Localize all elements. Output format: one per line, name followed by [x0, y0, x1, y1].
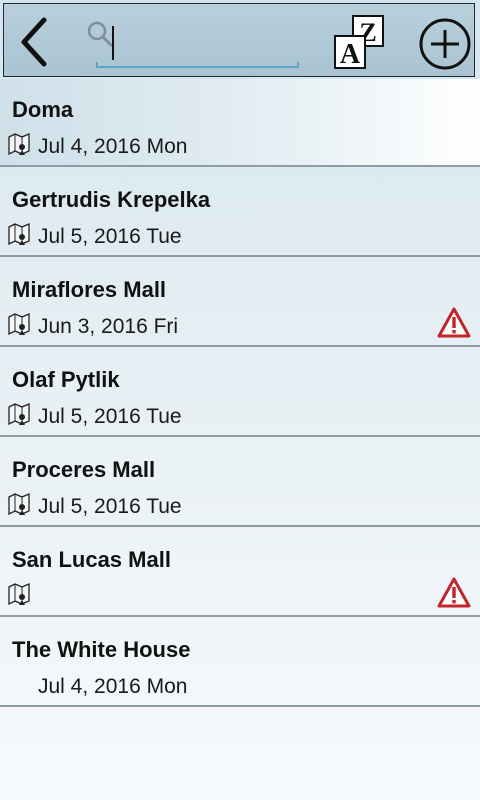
- search-underline: [96, 62, 299, 68]
- location-date: Jul 5, 2016 Tue: [38, 405, 182, 428]
- map-pin-icon: [8, 493, 30, 516]
- list-item[interactable]: Doma Jul 4, 2016 Mon: [0, 79, 480, 167]
- list-item[interactable]: Olaf Pytlik Jul 5, 2016 Tue: [0, 349, 480, 437]
- list-item[interactable]: The White House Jul 4, 2016 Mon: [0, 619, 480, 707]
- search-box[interactable]: [86, 18, 310, 72]
- location-name: Proceres Mall: [12, 457, 156, 482]
- map-pin-icon: [8, 403, 30, 426]
- list-item[interactable]: San Lucas Mall: [0, 529, 480, 617]
- location-date: Jun 3, 2016 Fri: [38, 315, 179, 338]
- list-item[interactable]: Gertrudis Krepelka Jul 5, 2016 Tue: [0, 169, 480, 257]
- location-name: The White House: [12, 637, 191, 662]
- sort-az-icon: Z A: [334, 15, 384, 70]
- warning-icon: [437, 577, 471, 608]
- map-pin-icon: [8, 223, 30, 246]
- location-name: Olaf Pytlik: [12, 367, 120, 392]
- sort-az-button[interactable]: Z A: [331, 14, 387, 72]
- location-date: Jul 5, 2016 Tue: [38, 495, 182, 518]
- location-date: Jul 5, 2016 Tue: [38, 225, 182, 248]
- svg-text:A: A: [340, 39, 361, 70]
- map-pin-icon: [8, 133, 30, 156]
- back-arrow-icon: [21, 17, 47, 67]
- location-name: Doma: [12, 97, 74, 122]
- location-name: Gertrudis Krepelka: [12, 187, 211, 212]
- add-button[interactable]: [418, 17, 472, 71]
- map-pin-icon: [8, 583, 30, 606]
- location-date: Jul 4, 2016 Mon: [38, 675, 188, 698]
- list-item[interactable]: Proceres Mall Jul 5, 2016 Tue: [0, 439, 480, 527]
- text-caret: [112, 26, 114, 60]
- search-input[interactable]: [96, 24, 310, 62]
- toolbar: Z A: [3, 3, 475, 77]
- location-name: Miraflores Mall: [12, 277, 167, 302]
- map-pin-icon: [8, 313, 30, 336]
- add-circle-icon: [419, 18, 471, 70]
- back-button[interactable]: [14, 14, 58, 70]
- warning-icon: [437, 307, 471, 338]
- location-date: Jul 4, 2016 Mon: [38, 135, 188, 158]
- list-item[interactable]: Miraflores Mall Jun 3, 2016 Fri: [0, 259, 480, 347]
- location-name: San Lucas Mall: [12, 547, 171, 572]
- location-list: Doma Jul 4, 2016 Mon Gertrudis Krepelka Jul…: [0, 79, 480, 709]
